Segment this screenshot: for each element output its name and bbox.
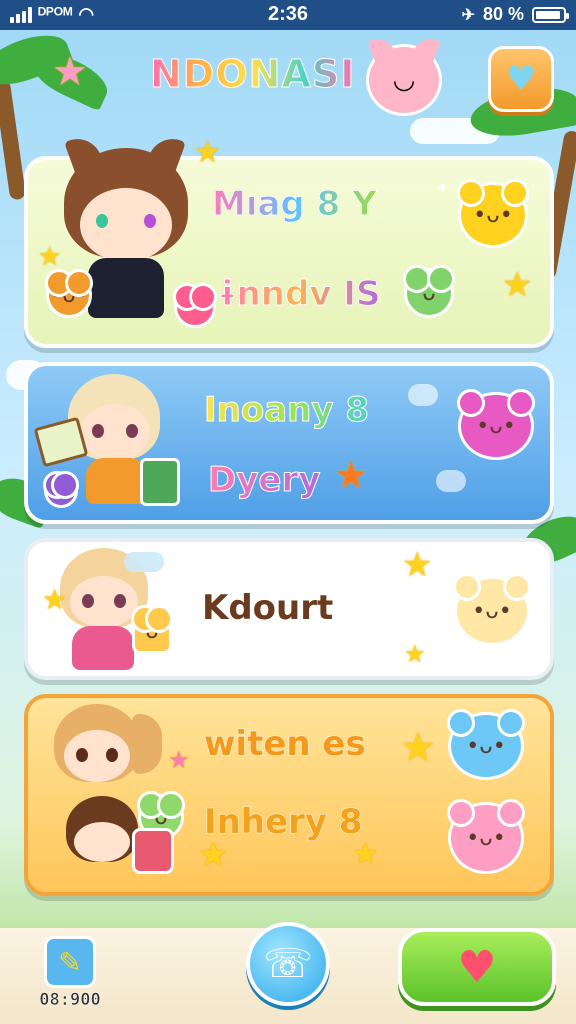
cloud-decoration — [124, 552, 164, 572]
battery-fill — [536, 10, 560, 19]
menu-card-1[interactable]: ★ ★ •ᴗ• • Mıag 8 Y ɨnndv IS ᴗ •ᴗ• ★ ✦ — [24, 132, 554, 348]
palm-tree-decoration — [0, 79, 27, 201]
coin-counter: 08:900 — [39, 990, 101, 1011]
cat-mascot-icon: ◡ — [366, 44, 442, 116]
call-button[interactable]: ☏ — [246, 922, 330, 1006]
cloud-decoration — [436, 470, 466, 492]
blue-elephant-icon: •ᴗ• — [447, 709, 525, 780]
card-1-label-1: Mıag 8 Y — [212, 184, 378, 225]
star-icon: ★ — [352, 837, 379, 872]
star-icon: ★ — [198, 835, 229, 875]
edit-button[interactable]: ✎ — [44, 936, 96, 988]
hamster-icon: •ᴗ• — [453, 573, 531, 646]
menu-card-3[interactable]: ᴗ ★ Kdourt ★ ★ •ᴗ• — [24, 538, 554, 680]
star-icon: ★ — [502, 265, 533, 305]
pink-blob-icon: •ᴗ• — [457, 389, 535, 460]
menu-card-4[interactable]: ᴗ ★ ★ witen es Inhery 8 ★ ★ •ᴗ• •ᴗ• — [24, 694, 554, 896]
star-icon: ★ — [194, 135, 221, 170]
card-4-label-2: Inhery 8 — [204, 802, 364, 843]
like-button[interactable]: ♥ — [398, 928, 556, 1006]
honey-pot-icon: ᴗ — [131, 605, 173, 654]
star-icon: ★ — [38, 242, 62, 272]
star-icon: ★ — [402, 545, 433, 585]
favorites-button[interactable]: ♥ — [488, 46, 554, 112]
star-icon: ★ — [52, 49, 88, 95]
star-icon: ★ — [168, 746, 190, 774]
cloud-decoration — [408, 384, 438, 406]
game-title: NDONASI — [149, 52, 356, 97]
card-4-label-1: witen es — [204, 724, 367, 765]
card-2-label-2: Dyery — [207, 460, 321, 501]
card-2-label-1: Inoany 8 — [203, 390, 370, 431]
sparkle-icon: ✦ — [436, 178, 450, 197]
drum-icon — [132, 828, 174, 874]
pink-critter-icon: • — [173, 283, 217, 328]
ponytail-girl-character — [54, 704, 184, 804]
card-1-label-2: ɨnndv IS — [217, 274, 381, 315]
card-3-label-1: Kdourt — [201, 588, 334, 629]
green-critter-icon: ᴗ — [403, 265, 455, 318]
status-bar: ᴰᴾᴼᴹ ◠ 2:36 ✈ 80 % — [0, 0, 576, 30]
battery-icon — [532, 6, 569, 23]
purple-critter-icon: ✿ — [43, 471, 79, 508]
pink-bear-icon: •ᴗ• — [447, 799, 525, 874]
heart-icon: ♥ — [457, 941, 497, 993]
star-icon: ★ — [404, 640, 426, 668]
menu-card-2[interactable]: ✿ Inoany 8 Dyery ★ •ᴗ• — [24, 362, 554, 524]
yellow-bear-icon: •ᴗ• — [457, 179, 529, 248]
star-icon: ★ — [334, 453, 369, 497]
pencil-icon: ✎ — [58, 945, 82, 979]
phone-icon: ☏ — [262, 941, 314, 987]
heart-icon: ♥ — [505, 59, 537, 99]
airplane-icon: ✈ — [461, 6, 475, 24]
star-icon: ★ — [42, 583, 68, 616]
orange-critter-icon: •ᴗ• — [45, 269, 93, 318]
battery-percent: 80 % — [482, 4, 524, 24]
status-right: ✈ 80 % — [461, 4, 569, 25]
bucket-icon — [140, 458, 180, 506]
star-icon: ★ — [400, 725, 436, 771]
